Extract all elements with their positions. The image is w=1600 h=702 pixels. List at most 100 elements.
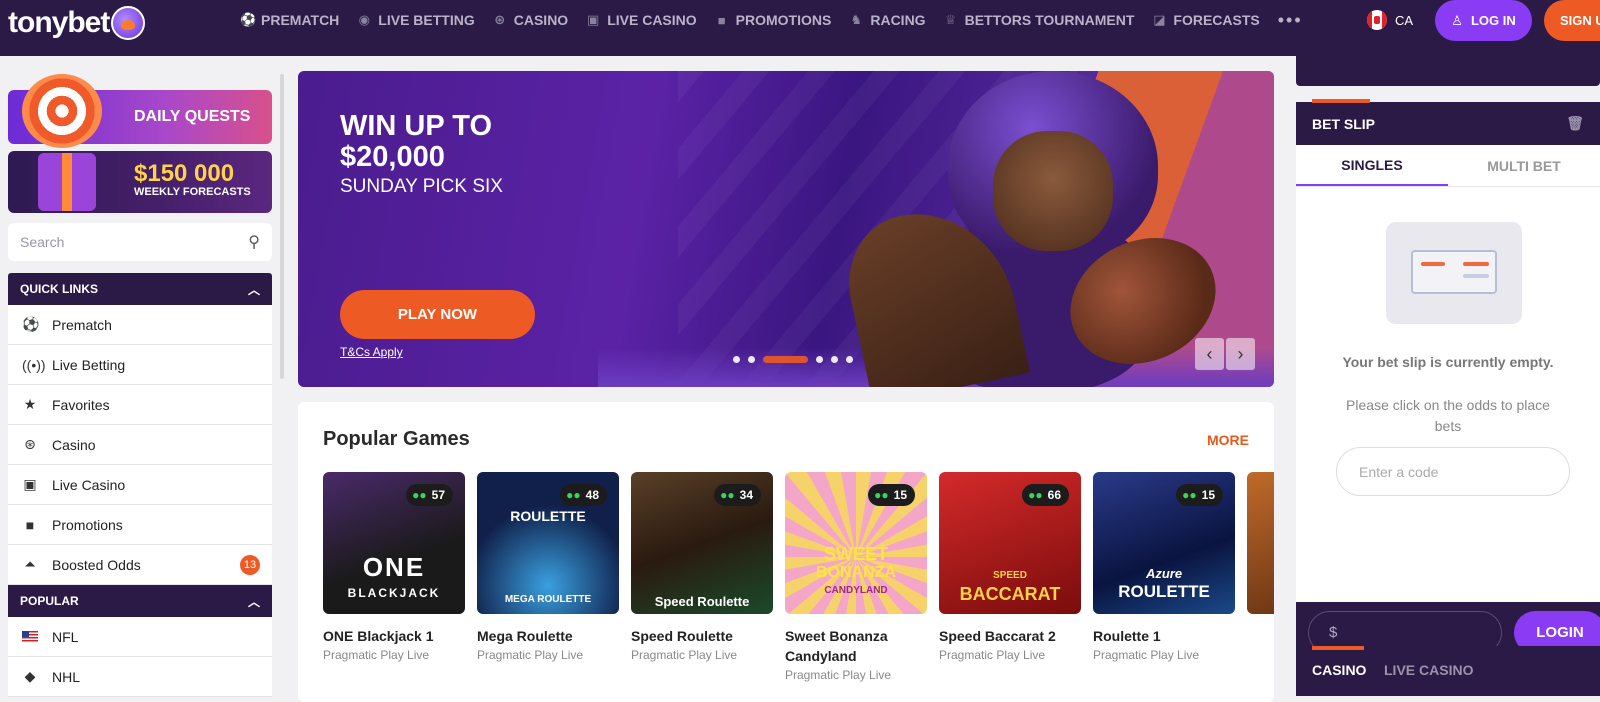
sidebar-item-label: Live Betting (52, 356, 126, 373)
carousel-dot-active[interactable] (763, 356, 808, 363)
carousel-dot[interactable] (816, 356, 823, 363)
sidebar-item-boosted-odds[interactable]: ⏶ Boosted Odds 13 (8, 545, 272, 585)
thumb-logo: SWEET (823, 544, 888, 564)
carousel-dot[interactable] (846, 356, 853, 363)
nav-promotions[interactable]: ■ PROMOTIONS (715, 12, 832, 28)
play-now-button[interactable]: PLAY NOW (340, 290, 535, 339)
sidebar-item-label: NHL (52, 668, 81, 685)
carousel-dot[interactable] (748, 356, 755, 363)
search-placeholder: Search (20, 234, 65, 250)
hero-banner[interactable]: WIN UP TO $20,000 SUNDAY PICK SIX PLAY N… (298, 71, 1274, 387)
nav-label: LIVE BETTING (378, 12, 475, 28)
nav-racing[interactable]: ♞ RACING (849, 12, 926, 28)
login-button[interactable]: ♙ LOG IN (1435, 0, 1532, 41)
players-value: 34 (739, 488, 753, 502)
chevron-right-icon[interactable]: › (1226, 338, 1255, 370)
carousel-dot[interactable] (831, 356, 838, 363)
daily-quests-banner[interactable]: DAILY QUESTS (8, 74, 272, 148)
players-icon: ●● (1028, 488, 1043, 502)
sidebar-item-nhl[interactable]: ◆ NHL (8, 657, 272, 697)
popular-header[interactable]: POPULAR ︿ (8, 585, 272, 617)
thumb-logo: BACCARAT (959, 584, 1061, 604)
game-name[interactable]: Speed Roulette (631, 626, 773, 646)
game-thumbnail[interactable]: ROULETTE MEGA ROULETTE ●● 48 (477, 472, 619, 614)
nav-label: PREMATCH (261, 12, 340, 28)
sidebar-item-favorites[interactable]: ★ Favorites (8, 385, 272, 425)
nav-live-betting[interactable]: ◉ LIVE BETTING (357, 12, 475, 28)
popular-games-title: Popular Games (323, 428, 470, 450)
main-nav: ⚽ PREMATCH ◉ LIVE BETTING ⊛ CASINO ▣ LIVE CA… (240, 0, 1303, 40)
left-sidebar: DAILY QUESTS $150 000 WEEKLY FORECASTS S… (8, 70, 272, 697)
nav-casino[interactable]: ⊛ CASINO (493, 12, 568, 28)
game-name[interactable]: ONE Blackjack 1 (323, 626, 465, 646)
chevron-up-icon[interactable]: ︿ (248, 593, 260, 610)
promo-code-input[interactable]: Enter a code (1336, 447, 1570, 496)
terms-link[interactable]: T&Cs Apply (340, 345, 403, 359)
quick-links-header[interactable]: QUICK LINKS ︿ (8, 273, 272, 305)
nav-bettors-tournament[interactable]: ♕ BETTORS TOURNAMENT (944, 12, 1135, 28)
sidebar-item-promotions[interactable]: ■ Promotions (8, 505, 272, 545)
sidebar-item-live-betting[interactable]: ((•)) Live Betting (8, 345, 272, 385)
sidebar-item-casino[interactable]: ⊛ Casino (8, 425, 272, 465)
players-count: ●● 66 (1022, 484, 1069, 506)
chevron-up-icon[interactable]: ︿ (248, 281, 260, 298)
game-name[interactable]: Roulette 1 (1093, 626, 1235, 646)
game-thumbnail[interactable]: ONE BLACKJACK ●● 57 (323, 472, 465, 614)
more-games-link[interactable]: MORE (1207, 432, 1249, 448)
game-name[interactable]: Mega Roulette (477, 626, 619, 646)
tab-singles[interactable]: SINGLES (1296, 145, 1448, 186)
language-selector[interactable]: CA (1395, 13, 1413, 28)
game-card[interactable]: Speed Roulette ●● 34 Speed Roulette Pragm… (631, 472, 773, 662)
thumb-logo: BONANZA (816, 564, 896, 581)
signup-button[interactable]: SIGN U (1544, 0, 1600, 41)
game-provider: Pragmatic Play Live (1093, 648, 1200, 662)
nav-forecasts[interactable]: ◪ FORECASTS (1152, 12, 1260, 28)
tab-live-casino[interactable]: LIVE CASINO (1384, 662, 1473, 678)
tab-multi-bet[interactable]: MULTI BET (1448, 145, 1600, 186)
chip-icon: ⊛ (494, 12, 506, 27)
game-thumbnail[interactable]: SWEET BONANZA CANDYLAND ●● 15 (785, 472, 927, 614)
nav-prematch[interactable]: ⚽ PREMATCH (240, 12, 339, 28)
game-card[interactable]: SPEED BACCARAT ●● 66 Speed Baccarat 2 Pra… (939, 472, 1081, 662)
search-icon[interactable]: ⚲ (248, 232, 260, 252)
weekly-forecasts-banner[interactable]: $150 000 WEEKLY FORECASTS (8, 151, 272, 213)
trash-icon[interactable]: 🗑 (1566, 115, 1584, 132)
right-panel: BET SLIP 🗑 SINGLES MULTI BET Your bet sl… (1296, 56, 1600, 696)
chip-icon: ⊛ (24, 436, 36, 452)
sidebar-item-nfl[interactable]: NFL (8, 617, 272, 657)
nav-live-casino[interactable]: ▣ LIVE CASINO (586, 12, 697, 28)
us-flag-icon (22, 631, 38, 642)
more-menu-icon[interactable]: ••• (1278, 10, 1303, 31)
game-provider: Pragmatic Play Live (785, 668, 892, 682)
game-card[interactable]: Azure ROULETTE ●● 15 Roulette 1 Pragmatic… (1093, 472, 1235, 662)
game-name[interactable]: Sweet Bonanza Candyland (785, 626, 927, 666)
carousel-arrows: ‹ › (1195, 338, 1256, 370)
players-icon: ●● (1182, 488, 1197, 502)
tonybet-logo[interactable]: tonybet (8, 6, 146, 40)
sidebar-scrollbar[interactable] (280, 74, 284, 379)
game-card[interactable]: ONE BLACKJACK ●● 57 ONE Blackjack 1 Pragm… (323, 472, 465, 662)
players-icon: ●● (566, 488, 581, 502)
game-thumbnail[interactable]: Azure ROULETTE ●● 15 (1093, 472, 1235, 614)
players-value: 57 (431, 488, 445, 502)
sidebar-item-live-casino[interactable]: ▣ Live Casino (8, 465, 272, 505)
game-card-partial[interactable] (1247, 472, 1274, 614)
game-thumbnail[interactable] (1247, 472, 1274, 614)
game-thumbnail[interactable]: SPEED BACCARAT ●● 66 (939, 472, 1081, 614)
gift-box-icon (38, 153, 96, 211)
search-input[interactable]: Search ⚲ (8, 223, 272, 261)
canada-flag-icon[interactable] (1367, 10, 1387, 30)
game-card[interactable]: SWEET BONANZA CANDYLAND ●● 15 Sweet Bonan… (785, 472, 927, 682)
game-thumbnail[interactable]: Speed Roulette ●● 34 (631, 472, 773, 614)
carousel-dot[interactable] (733, 356, 740, 363)
game-name[interactable]: Speed Baccarat 2 (939, 626, 1081, 646)
thumb-logo: SPEED (993, 570, 1027, 581)
game-card[interactable]: ROULETTE MEGA ROULETTE ●● 48 Mega Roulett… (477, 472, 619, 662)
bet-slip-empty-text: Your bet slip is currently empty. (1342, 354, 1554, 370)
chevron-left-icon[interactable]: ‹ (1195, 338, 1224, 370)
players-value: 15 (1201, 488, 1215, 502)
players-icon: ●● (720, 488, 735, 502)
nav-label: FORECASTS (1173, 12, 1260, 28)
tab-casino[interactable]: CASINO (1312, 662, 1366, 678)
sidebar-item-prematch[interactable]: ⚽ Prematch (8, 305, 272, 345)
